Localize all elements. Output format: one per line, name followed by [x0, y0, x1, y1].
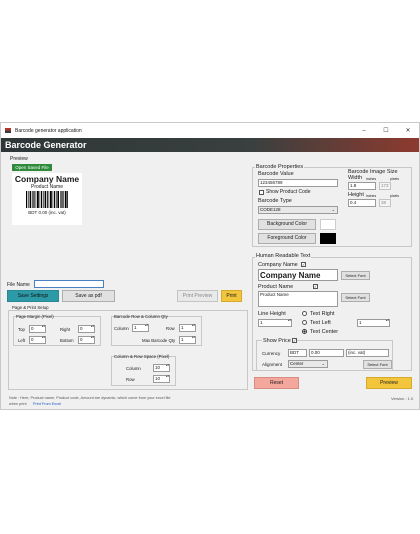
barcode-image — [26, 191, 68, 208]
barcode-value-input[interactable]: 123456789 — [258, 179, 338, 187]
alignment-value: Center — [290, 361, 304, 366]
background-color-button[interactable]: Background Color — [258, 219, 316, 230]
product-name-input[interactable]: Product Name — [258, 291, 338, 307]
product-name-checkbox[interactable]: ✓ — [313, 284, 318, 289]
print-from-excel-link[interactable]: Print From Excel — [33, 401, 61, 407]
window-title: Barcode generator application — [15, 127, 82, 134]
row-qty-spinner[interactable]: 1 — [179, 324, 196, 332]
app-window: Barcode generator application – ☐ ✕ Barc… — [0, 122, 420, 410]
chevron-down-icon: ⌄ — [321, 361, 325, 366]
text-left-radio[interactable] — [302, 320, 307, 325]
print-preview-button[interactable]: Print Preview — [177, 290, 218, 302]
column-qty-spinner[interactable]: 1 — [132, 324, 149, 332]
text-center-radio[interactable] — [302, 329, 307, 334]
column-qty-label: Column — [114, 326, 129, 331]
reset-button[interactable]: Reset — [254, 377, 299, 389]
bottom-label: Bottom — [60, 338, 74, 343]
show-product-code-label: Show Product Code — [266, 189, 311, 195]
line-height-label: Line Height — [258, 311, 286, 317]
company-name-input[interactable]: Company Name — [258, 269, 338, 281]
text-align-spinner[interactable]: 1 — [357, 319, 390, 327]
company-name-checkbox[interactable]: ✓ — [301, 262, 306, 267]
bottom-margin-spinner[interactable]: 0 — [78, 336, 95, 344]
currency-input[interactable]: BDT — [288, 349, 307, 357]
space-column-spinner[interactable]: 10 — [153, 364, 170, 372]
space-row-spinner[interactable]: 10 — [153, 375, 170, 383]
price-suffix-input[interactable]: (inc. vat) — [346, 349, 389, 357]
line-height-spinner[interactable]: 1 — [258, 319, 292, 327]
width-units-pixels: pixels — [390, 177, 399, 181]
product-name-label: Product Name — [258, 284, 294, 290]
preview-price-line: BDT 0.00 (inc. vat) — [28, 210, 66, 215]
company-name-label: Company Name — [258, 262, 298, 268]
preview-button[interactable]: Preview — [366, 377, 412, 389]
barcode-preview-card: Company Name Product Name BDT 0.00 (inc.… — [12, 173, 82, 225]
barcode-value-label: Barcode Value — [258, 171, 294, 177]
close-icon[interactable]: ✕ — [397, 127, 419, 134]
save-as-pdf-button[interactable]: Save as pdf — [62, 290, 115, 302]
price-select-font-button[interactable]: Select Font — [363, 360, 392, 369]
company-select-font-button[interactable]: Select Font — [341, 271, 370, 280]
width-inches-input[interactable]: 1.8 — [348, 182, 376, 190]
product-select-font-button[interactable]: Select Font — [341, 293, 370, 302]
height-inches-input[interactable]: 0.4 — [348, 199, 376, 207]
foreground-color-swatch[interactable] — [320, 233, 336, 244]
top-margin-spinner[interactable]: 0 — [29, 325, 46, 333]
alignment-label: Alignment — [262, 362, 283, 367]
foreground-color-button[interactable]: Foreground Color — [258, 233, 316, 244]
left-label: Left — [18, 338, 26, 343]
barcode-type-label: Barcode Type — [258, 198, 292, 204]
preview-product-name: Product Name — [31, 184, 63, 190]
text-right-label: Text Right — [310, 311, 335, 317]
width-label: Width — [348, 175, 363, 181]
open-saved-file-button[interactable]: Open Saved File — [12, 164, 52, 171]
currency-label: Currency — [262, 351, 281, 356]
left-margin-spinner[interactable]: 0 — [29, 336, 46, 344]
app-icon — [5, 128, 11, 133]
amount-input[interactable]: 0.00 — [309, 349, 344, 357]
maximize-icon[interactable]: ☐ — [375, 127, 397, 134]
height-label: Height — [348, 192, 364, 198]
right-label: Right — [60, 327, 71, 332]
human-readable-title: Human Readable Text — [255, 253, 312, 259]
space-column-label: Column — [126, 366, 141, 371]
text-left-label: Text Left — [310, 320, 331, 326]
row-column-title: Barcode Row & Column Qty — [114, 314, 168, 319]
minimize-icon[interactable]: – — [353, 128, 375, 134]
title-bar: Barcode generator application – ☐ ✕ — [1, 123, 419, 138]
save-settings-button[interactable]: Save Settings — [7, 290, 59, 302]
chevron-down-icon: ⌄ — [331, 207, 335, 212]
barcode-type-value: CODE128 — [260, 207, 281, 212]
barcode-properties-title: Barcode Properties — [255, 164, 305, 170]
show-product-code-checkbox[interactable] — [259, 190, 264, 195]
width-pixels-input: 173 — [379, 182, 391, 190]
print-button[interactable]: Print — [221, 290, 242, 302]
barcode-type-select[interactable]: CODE128 ⌄ — [258, 206, 338, 214]
height-pixels-input: 38 — [379, 199, 391, 207]
alignment-select[interactable]: Center ⌄ — [288, 360, 328, 368]
show-price-checkbox[interactable]: ✓ — [292, 338, 297, 343]
top-label: Top — [18, 327, 25, 332]
file-name-input[interactable] — [34, 280, 104, 288]
right-margin-spinner[interactable]: 0 — [78, 325, 95, 333]
max-qty-spinner[interactable]: 1 — [179, 336, 196, 344]
height-units-pixels: pixels — [390, 194, 399, 198]
space-row-label: Row — [126, 377, 135, 382]
text-right-radio[interactable] — [302, 311, 307, 316]
version-label: Version : 1.0 — [391, 396, 414, 401]
preview-company-name: Company Name — [14, 174, 80, 184]
app-banner: Barcode Generator — [1, 138, 419, 152]
row-qty-label: Row — [166, 326, 175, 331]
space-title: Column & Row Space (Pixel) — [114, 354, 170, 359]
show-price-label: Show Price — [262, 338, 292, 344]
background-color-swatch[interactable] — [320, 219, 336, 230]
file-name-label: File Name — [7, 282, 30, 288]
text-center-label: Text Center — [310, 329, 339, 335]
max-qty-label: Max Barcode Qty — [142, 338, 176, 343]
note-text-2: when print — [9, 402, 27, 406]
page-margin-title: Page Margin (Pixel) — [16, 314, 54, 319]
